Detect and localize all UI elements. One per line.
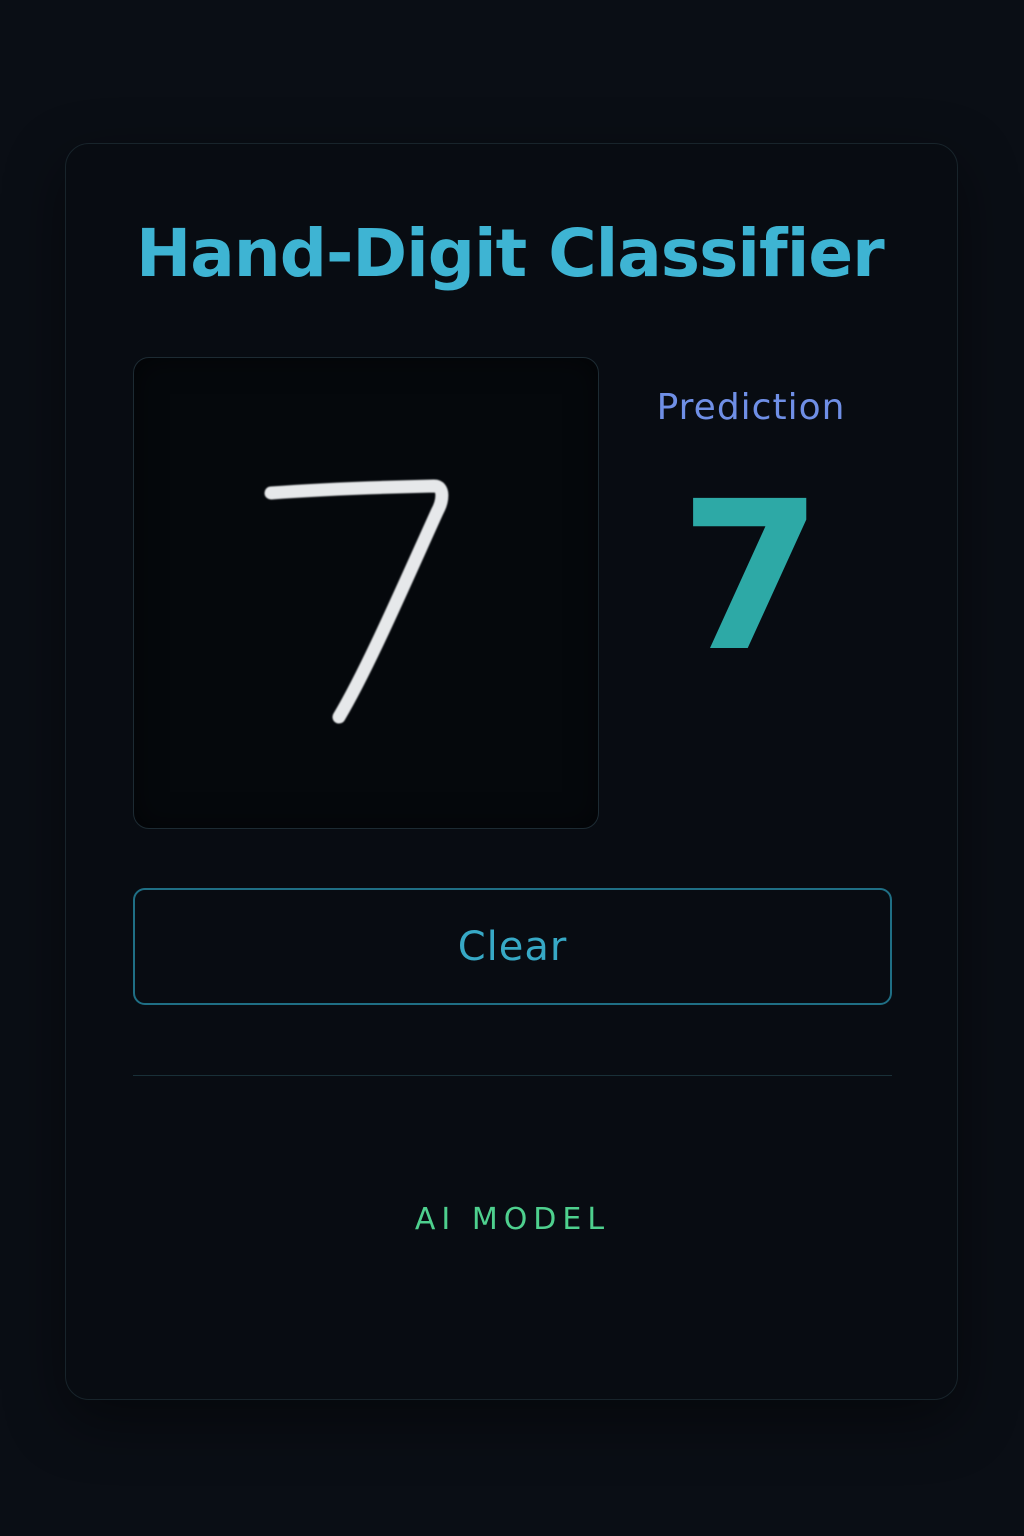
app-screen: Hand-Digit Classifier Prediction 7 Clear… — [0, 0, 1024, 1536]
classifier-card: Hand-Digit Classifier Prediction 7 Clear… — [65, 143, 958, 1400]
page-title: Hand-Digit Classifier — [136, 215, 885, 292]
prediction-value: 7 — [679, 457, 823, 697]
handwritten-7-stroke — [264, 479, 449, 724]
drawing-canvas[interactable] — [133, 357, 599, 829]
handwritten-digit-drawing — [264, 479, 449, 724]
section-divider — [133, 1075, 892, 1076]
clear-button[interactable]: Clear — [133, 888, 892, 1005]
footer-label: AI MODEL — [414, 1202, 611, 1237]
prediction-label: Prediction — [656, 387, 846, 428]
